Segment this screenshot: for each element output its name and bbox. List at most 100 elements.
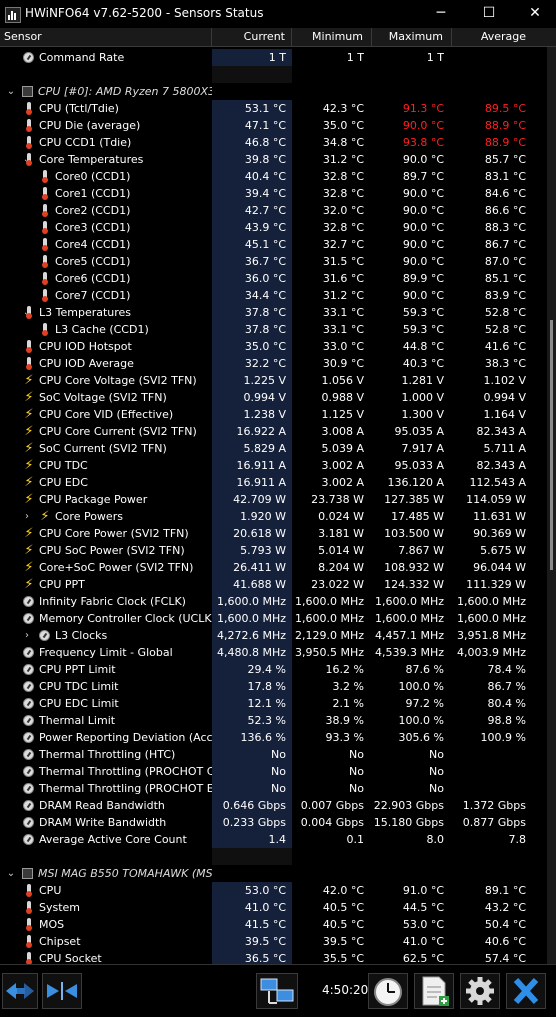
sensor-row[interactable]: Core1 (CCD1) 39.4 °C 32.8 °C 90.0 °C 84.6 °C <box>0 185 547 202</box>
sensor-row[interactable]: Thermal Throttling (HTC) No No No <box>0 746 547 763</box>
minimum-value: 35.0 °C <box>322 119 364 132</box>
sensor-row[interactable]: › ⚡ Core Powers 1.920 W 0.024 W 17.485 W 11.63… <box>0 508 547 525</box>
lightning-bolt-icon: ⚡ <box>24 526 34 541</box>
sensor-label: Memory Controller Clock (UCLK) <box>39 612 212 625</box>
sensor-row[interactable]: Core6 (CCD1) 36.0 °C 31.6 °C 89.9 °C 85.1 °C <box>0 270 547 287</box>
chip-icon <box>22 868 33 879</box>
sensor-row[interactable]: MOS 41.5 °C 40.5 °C 53.0 °C 50.4 °C <box>0 916 547 933</box>
column-header-minimum[interactable]: Minimum <box>292 28 372 46</box>
sensor-row[interactable]: Thermal Throttling (PROCHOT EXT)NoNoNo <box>0 780 547 797</box>
sensor-row[interactable]: CPU EDC Limit 12.1 % 2.1 % 97.2 % 80.4 % <box>0 695 547 712</box>
expand-chevron-icon[interactable]: › <box>22 508 32 525</box>
sensor-row[interactable]: Core5 (CCD1) 36.7 °C 31.5 °C 90.0 °C 87.0 °C <box>0 253 547 270</box>
minimize-button[interactable]: ─ <box>418 0 464 28</box>
gauge-icon <box>23 52 34 63</box>
sensor-row[interactable]: ⚡ CPU SoC Power (SVI2 TFN) 5.793 W 5.014 W 7… <box>0 542 547 559</box>
sensor-row[interactable]: ⌄Core Temperatures39.8 °C 31.2 °C 90.0 °C 8… <box>0 151 547 168</box>
sensor-row[interactable]: › L3 Clocks 4,272.6 MHz 2,129.0 MHz 4,457.1 … <box>0 627 547 644</box>
close-sensors-button[interactable] <box>506 973 546 1009</box>
column-header-average[interactable]: Average <box>452 28 532 46</box>
sensor-name-cell: CPU CCD1 (Tdie) <box>0 134 212 151</box>
sensor-row[interactable]: Power Reporting Deviation (Accu... 136.6 … <box>0 729 547 746</box>
sensor-row[interactable]: ⚡ CPU TDC 16.911 A 3.002 A 95.033 A 82.343 A <box>0 457 547 474</box>
sensor-row[interactable]: DRAM Read Bandwidth 0.646 Gbps 0.007 Gbps 2… <box>0 797 547 814</box>
current-value: 36.5 °C <box>212 950 292 964</box>
sensor-group-row[interactable]: ⌄ CPU [#0]: AMD Ryzen 7 5800X3... <box>0 83 547 100</box>
maximize-button[interactable]: ☐ <box>466 0 512 28</box>
average-value: 41.6 °C <box>484 340 526 353</box>
column-header-maximum[interactable]: Maximum <box>372 28 452 46</box>
current-value: 46.8 °C <box>212 134 292 151</box>
maximum-value: 90.0 °C <box>402 238 444 251</box>
sensor-row[interactable]: ⚡ CPU PPT 41.688 W 23.022 W 124.332 W 111.329… <box>0 576 547 593</box>
sensor-row[interactable]: CPU TDC Limit 17.8 % 3.2 % 100.0 % 86.7 % <box>0 678 547 695</box>
sensor-row[interactable]: CPU Die (average) 47.1 °C 35.0 °C 90.0 °C 88… <box>0 117 547 134</box>
minimum-value: 23.022 W <box>311 578 364 591</box>
average-value: 82.343 A <box>476 425 526 438</box>
scroll-thumb[interactable] <box>550 320 553 570</box>
sensor-row[interactable]: ⚡ CPU Core Current (SVI2 TFN) 16.922 A 3.00… <box>0 423 547 440</box>
sensor-row[interactable]: Core2 (CCD1) 42.7 °C 32.0 °C 90.0 °C 86.6 °C <box>0 202 547 219</box>
sensor-row[interactable]: Frequency Limit - Global 4,480.8 MHz 3,950… <box>0 644 547 661</box>
sensor-row[interactable]: Command Rate 1 T 1 T 1 T <box>0 49 547 66</box>
gauge-icon <box>23 817 34 828</box>
maximum-value: 1,600.0 MHz <box>374 595 444 608</box>
sensor-row[interactable]: CPU (Tctl/Tdie) 53.1 °C 42.3 °C 91.3 °C 89.5… <box>0 100 547 117</box>
sensor-row[interactable]: ⚡ CPU EDC 16.911 A 3.002 A 136.120 A 112.543 … <box>0 474 547 491</box>
sensor-row[interactable]: Infinity Fabric Clock (FCLK) 1,600.0 MHz 1… <box>0 593 547 610</box>
sensor-row[interactable]: ⚡ CPU Core VID (Effective) 1.238 V 1.125 V 1… <box>0 406 547 423</box>
sensor-row[interactable]: ⚡ CPU Core Power (SVI2 TFN) 20.618 W 3.181 … <box>0 525 547 542</box>
close-button[interactable]: ✕ <box>512 0 556 28</box>
sensor-row[interactable]: Core4 (CCD1) 45.1 °C 32.7 °C 90.0 °C 86.7 °C <box>0 236 547 253</box>
vertical-scrollbar[interactable] <box>547 47 556 964</box>
sensor-row[interactable]: Memory Controller Clock (UCLK) 1,600.0 MH… <box>0 610 547 627</box>
sensor-row[interactable]: ⚡ SoC Voltage (SVI2 TFN) 0.994 V 0.988 V 1.0… <box>0 389 547 406</box>
network-button[interactable] <box>256 973 298 1009</box>
column-header-sensor[interactable]: Sensor <box>0 28 212 46</box>
logging-button[interactable] <box>414 973 454 1009</box>
sensor-label: Power Reporting Deviation (Accu... <box>39 731 212 744</box>
sensor-row[interactable]: ⚡ CPU Package Power 42.709 W 23.738 W 127.38… <box>0 491 547 508</box>
sensor-row[interactable]: ⚡ SoC Current (SVI2 TFN) 5.829 A 5.039 A 7.9… <box>0 440 547 457</box>
sensor-row[interactable]: CPU PPT Limit 29.4 % 16.2 % 87.6 % 78.4 % <box>0 661 547 678</box>
thermometer-icon <box>23 357 35 370</box>
current-value: 1.225 V <box>212 372 292 389</box>
minimum-value: 16.2 % <box>325 663 364 676</box>
reset-timer-button[interactable] <box>368 973 408 1009</box>
collapse-columns-button[interactable] <box>42 973 82 1009</box>
sensor-row[interactable]: ⚡ Core+SoC Power (SVI2 TFN) 26.411 W 8.204 … <box>0 559 547 576</box>
footer-toolbar: 4:50:20 <box>0 964 556 1017</box>
sensor-row[interactable]: Thermal Limit 52.3 % 38.9 % 100.0 % 98.8 % <box>0 712 547 729</box>
sensor-row[interactable]: Average Active Core Count 1.4 0.1 8.0 7.8 <box>0 831 547 848</box>
sensor-row[interactable]: DRAM Write Bandwidth 0.233 Gbps 0.004 Gbps… <box>0 814 547 831</box>
average-value: 86.7 % <box>487 680 526 693</box>
maximum-value: 1.300 V <box>401 408 444 421</box>
maximum-value: 93.8 °C <box>402 136 444 149</box>
minimum-value: 30.9 °C <box>322 357 364 370</box>
maximum-value: 91.0 °C <box>402 884 444 897</box>
nav-arrows-button[interactable] <box>2 973 38 1009</box>
expand-chevron-icon[interactable]: › <box>22 627 32 644</box>
settings-button[interactable] <box>460 973 500 1009</box>
sensor-row[interactable]: CPU IOD Hotspot 35.0 °C 33.0 °C 44.8 °C 41.6… <box>0 338 547 355</box>
sensor-row[interactable]: L3 Cache (CCD1) 37.8 °C 33.1 °C 59.3 °C 52.8… <box>0 321 547 338</box>
sensor-row[interactable]: ⚡ CPU Core Voltage (SVI2 TFN) 1.225 V 1.056… <box>0 372 547 389</box>
sensor-row[interactable]: Chipset 39.5 °C 39.5 °C 41.0 °C 40.6 °C <box>0 933 547 950</box>
sensor-row[interactable]: CPU CCD1 (Tdie) 46.8 °C 34.8 °C 93.8 °C 88.9… <box>0 134 547 151</box>
blank-row <box>0 66 547 83</box>
sensor-row[interactable]: Core0 (CCD1) 40.4 °C 32.8 °C 89.7 °C 83.1 °C <box>0 168 547 185</box>
sensor-row[interactable]: ⌄L3 Temperatures37.8 °C 33.1 °C 59.3 °C 52.… <box>0 304 547 321</box>
sensor-row[interactable]: CPU Socket 36.5 °C 35.5 °C 62.5 °C 57.4 °C <box>0 950 547 964</box>
sensor-group-row[interactable]: ⌄ MSI MAG B550 TOMAHAWK (MS-... <box>0 865 547 882</box>
sensor-row[interactable]: Thermal Throttling (PROCHOT CPU)NoNoNo <box>0 763 547 780</box>
sensor-row[interactable]: Core3 (CCD1) 43.9 °C 32.8 °C 90.0 °C 88.3 °C <box>0 219 547 236</box>
minimum-value <box>292 848 372 865</box>
sensor-row[interactable]: CPU 53.0 °C 42.0 °C 91.0 °C 89.1 °C <box>0 882 547 899</box>
sensor-row[interactable]: Core7 (CCD1) 34.4 °C 31.2 °C 90.0 °C 83.9 °C <box>0 287 547 304</box>
sensor-row[interactable]: System 41.0 °C 40.5 °C 44.5 °C 43.2 °C <box>0 899 547 916</box>
sensor-row[interactable]: CPU IOD Average 32.2 °C 30.9 °C 40.3 °C 38.3… <box>0 355 547 372</box>
collapse-chevron-icon[interactable]: ⌄ <box>6 865 16 882</box>
column-header-current[interactable]: Current <box>212 28 292 46</box>
collapse-chevron-icon[interactable]: ⌄ <box>6 83 16 100</box>
current-value: 1.4 <box>212 831 292 848</box>
